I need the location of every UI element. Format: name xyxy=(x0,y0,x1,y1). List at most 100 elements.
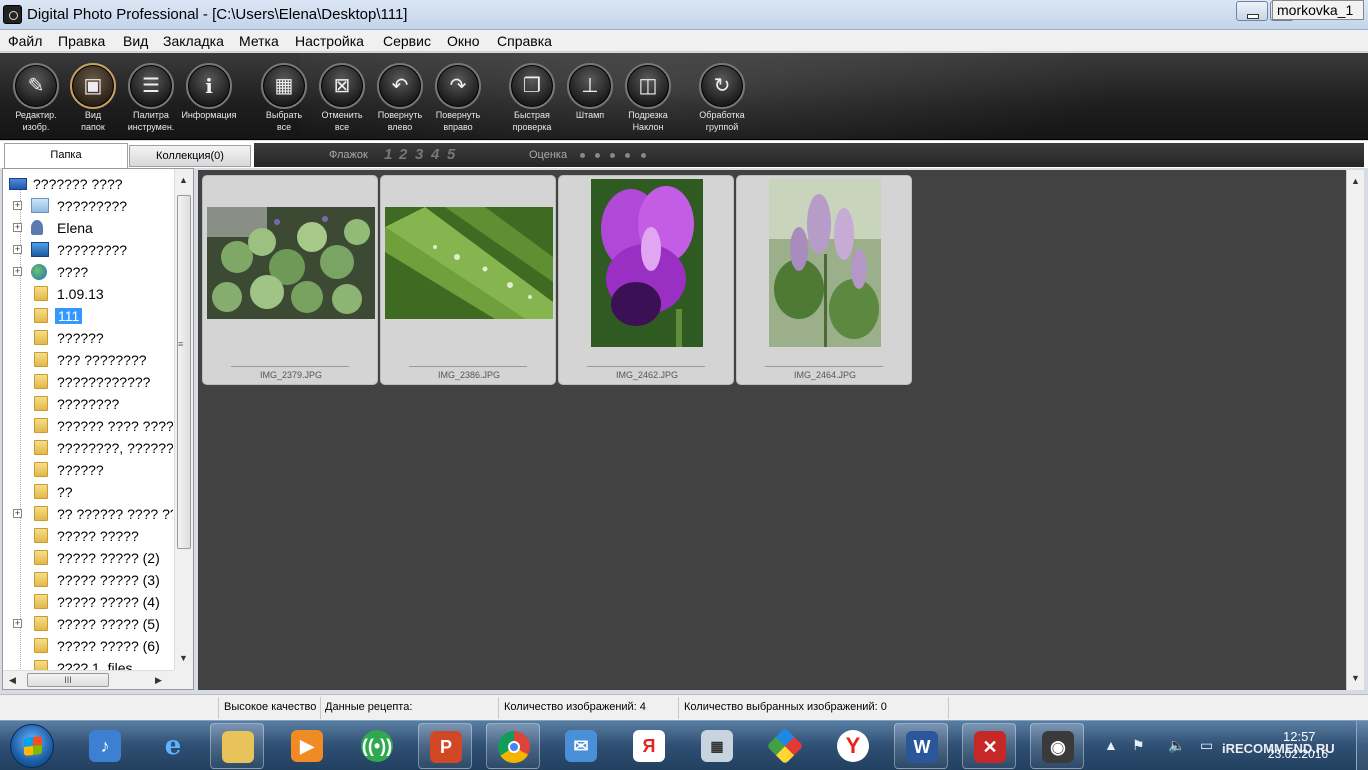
menu-help[interactable]: Справка xyxy=(497,33,552,49)
rating-dot-1[interactable] xyxy=(580,153,585,158)
flag-1[interactable]: 1 xyxy=(384,146,392,163)
tree-item[interactable]: ?? xyxy=(3,481,173,503)
menu-label[interactable]: Метка xyxy=(239,33,279,49)
rating-dot-2[interactable] xyxy=(595,153,600,158)
tree-expand-icon[interactable]: + xyxy=(13,267,22,276)
tray-network-icon[interactable]: ▭ xyxy=(1200,737,1213,754)
tree-item[interactable]: ????? ????? (2) xyxy=(3,547,173,569)
tree-item[interactable]: ????? ????? (4) xyxy=(3,591,173,613)
thumbnail-card[interactable]: IMG_2462.JPG xyxy=(558,175,734,385)
tool-palette-button[interactable]: ☰ Палитра инструмен. xyxy=(121,63,181,133)
deselect-all-button[interactable]: ⊠ Отменить все xyxy=(312,63,372,133)
tree-item[interactable]: ????? ????? (3) xyxy=(3,569,173,591)
tree-item[interactable]: ?????? xyxy=(3,459,173,481)
taskbar-calculator[interactable]: ▦ xyxy=(690,723,744,769)
tree-item[interactable]: +????????? xyxy=(3,239,173,261)
tree-horizontal-scrollbar[interactable]: ◀ III ▶ xyxy=(3,670,175,689)
menu-view[interactable]: Вид xyxy=(123,33,148,49)
scroll-right-arrow-icon[interactable]: ▶ xyxy=(155,675,162,686)
flag-2[interactable]: 2 xyxy=(399,146,407,163)
taskbar-explorer[interactable] xyxy=(210,723,264,769)
tree-item[interactable]: +????????? xyxy=(3,195,173,217)
tree-item[interactable]: ???????????? xyxy=(3,371,173,393)
info-button[interactable]: i Информация xyxy=(179,63,239,121)
tab-collection[interactable]: Коллекция(0) xyxy=(129,145,251,167)
taskbar-mail[interactable]: ✉ xyxy=(554,723,608,769)
tree-item[interactable]: + Elena xyxy=(3,217,173,239)
scroll-left-arrow-icon[interactable]: ◀ xyxy=(9,675,16,686)
thumbnail-vertical-scrollbar[interactable]: ▲ ▼ xyxy=(1346,170,1364,690)
taskbar-yandex-browser[interactable]: Y xyxy=(826,723,880,769)
taskbar-media-player[interactable]: ▶ xyxy=(280,723,334,769)
taskbar-powerpoint[interactable]: P xyxy=(418,723,472,769)
edit-image-button[interactable]: ✎ Редактир. изобр. xyxy=(6,63,66,133)
camera-app-icon[interactable] xyxy=(3,5,22,24)
tray-expand-icon[interactable]: ▲ xyxy=(1104,737,1118,753)
taskbar-dpp[interactable]: ◉ xyxy=(1030,723,1084,769)
select-all-button[interactable]: ▦ Выбрать все xyxy=(254,63,314,133)
tree-item[interactable]: ?????? xyxy=(3,327,173,349)
menu-window[interactable]: Окно xyxy=(447,33,480,49)
tree-item[interactable]: +???? xyxy=(3,261,173,283)
tab-folder[interactable]: Папка xyxy=(4,143,128,168)
taskbar-volume-app[interactable]: ♪ xyxy=(78,723,132,769)
menu-file[interactable]: Файл xyxy=(8,33,42,49)
flag-4[interactable]: 4 xyxy=(431,146,439,163)
tree-expand-icon[interactable]: + xyxy=(13,619,22,628)
taskbar-network-app[interactable]: ((•)) xyxy=(350,723,404,769)
scroll-down-arrow-icon[interactable]: ▼ xyxy=(1351,673,1360,683)
scroll-down-arrow-icon[interactable]: ▼ xyxy=(179,653,188,663)
quick-check-button[interactable]: ❐ Быстрая проверка xyxy=(502,63,562,133)
menu-bookmark[interactable]: Закладка xyxy=(163,33,224,49)
thumbnail-card[interactable]: IMG_2464.JPG xyxy=(736,175,912,385)
tree-item[interactable]: ??????? ???? xyxy=(3,173,173,195)
tree-hscroll-thumb[interactable]: III xyxy=(27,673,109,687)
tree-item[interactable]: 111 xyxy=(3,305,173,327)
tree-expand-icon[interactable]: + xyxy=(13,245,22,254)
taskbar-acrobat[interactable]: ✕ xyxy=(962,723,1016,769)
trim-angle-button[interactable]: ◫ Подрезка Наклон xyxy=(618,63,678,133)
rotate-left-button[interactable]: ↶ Повернуть влево xyxy=(370,63,430,133)
flag-5[interactable]: 5 xyxy=(447,146,455,163)
rating-dot-4[interactable] xyxy=(625,153,630,158)
tree-item[interactable]: ?????? ???? ????._ xyxy=(3,415,173,437)
tree-item[interactable]: ????? ????? xyxy=(3,525,173,547)
menu-settings[interactable]: Настройка xyxy=(295,33,364,49)
batch-process-button[interactable]: ↻ Обработка группой xyxy=(692,63,752,133)
taskbar-internet-explorer[interactable]: e xyxy=(146,723,200,769)
tree-expand-icon[interactable]: + xyxy=(13,201,22,210)
scroll-up-arrow-icon[interactable]: ▲ xyxy=(179,175,188,185)
tree-vertical-scrollbar[interactable]: ▲ ≡ ▼ xyxy=(174,169,193,671)
thumbnail-card[interactable]: IMG_2379.JPG xyxy=(202,175,378,385)
menu-edit[interactable]: Правка xyxy=(58,33,105,49)
tree-item[interactable]: ???????? xyxy=(3,393,173,415)
tree-item[interactable]: ????????, ??????? xyxy=(3,437,173,459)
taskbar-paint[interactable] xyxy=(758,723,812,769)
taskbar-chrome[interactable] xyxy=(486,723,540,769)
start-button[interactable] xyxy=(10,724,54,768)
tree-expand-icon[interactable]: + xyxy=(13,223,22,232)
tray-volume-icon[interactable]: 🔈 xyxy=(1168,737,1185,754)
taskbar-word[interactable]: W xyxy=(894,723,948,769)
flag-3[interactable]: 3 xyxy=(415,146,423,163)
clock-time[interactable]: 12:57 xyxy=(1283,729,1316,744)
taskbar-yandex[interactable]: Я xyxy=(622,723,676,769)
folder-view-button[interactable]: ▣ Вид папок xyxy=(63,63,123,133)
menu-tools[interactable]: Сервис xyxy=(383,33,431,49)
minimize-button[interactable] xyxy=(1236,1,1268,21)
rating-dot-5[interactable] xyxy=(641,153,646,158)
stamp-button[interactable]: ⊥ Штамп xyxy=(560,63,620,121)
thumbnail-card[interactable]: IMG_2386.JPG xyxy=(380,175,556,385)
scroll-up-arrow-icon[interactable]: ▲ xyxy=(1351,176,1360,186)
rotate-right-button[interactable]: ↷ Повернуть вправо xyxy=(428,63,488,133)
tree-expand-icon[interactable]: + xyxy=(13,509,22,518)
tree-scroll-thumb[interactable] xyxy=(177,195,191,549)
show-desktop-button[interactable] xyxy=(1356,721,1368,770)
rating-dot-3[interactable] xyxy=(610,153,615,158)
clock-date[interactable]: 23.02.2016 xyxy=(1268,747,1328,761)
tree-item[interactable]: ????? ????? (6) xyxy=(3,635,173,657)
tree-item[interactable]: ??? ???????? xyxy=(3,349,173,371)
tree-item[interactable]: + ????? ????? (5) xyxy=(3,613,173,635)
tree-item[interactable]: + ?? ?????? ???? ??? xyxy=(3,503,173,525)
tree-item[interactable]: 1.09.13 xyxy=(3,283,173,305)
